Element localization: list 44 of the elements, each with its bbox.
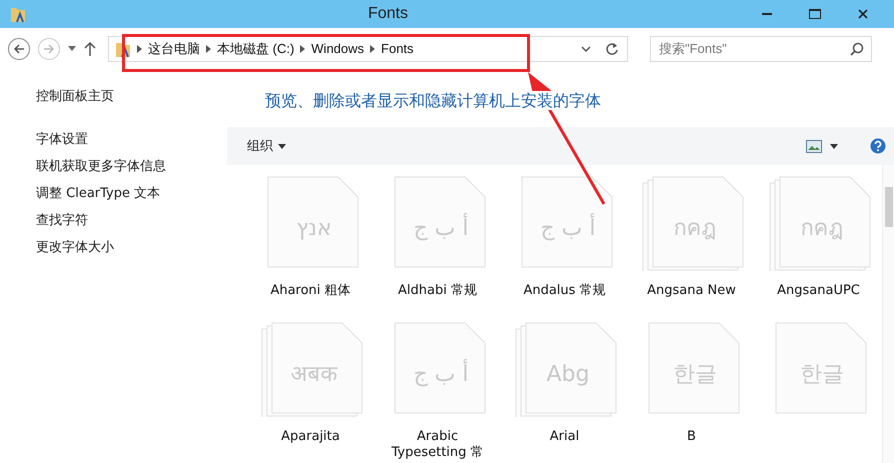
breadcrumb-item[interactable]: Windows (311, 41, 364, 56)
font-name: Aparajita (280, 429, 341, 446)
maximize-icon[interactable] (809, 9, 821, 20)
sidebar-link[interactable]: 控制面板主页 (36, 87, 227, 105)
font-name: Andalus 常规 (522, 283, 607, 300)
font-name: B (686, 429, 697, 446)
breadcrumb-item[interactable]: Fonts (381, 41, 414, 56)
window-title: Fonts (366, 5, 409, 24)
arrow-right-icon (43, 42, 55, 55)
chevron-right-icon (370, 44, 376, 53)
help-icon[interactable] (870, 138, 886, 154)
address-bar[interactable]: 这台电脑 本地磁盘 (C:) Windows Fonts (108, 36, 628, 62)
dropdown-caret-icon[interactable] (581, 46, 591, 52)
refresh-icon[interactable] (605, 42, 619, 56)
font-name: Aharoni 粗体 (269, 283, 352, 300)
sidebar-link[interactable]: 字体设置 (36, 130, 227, 148)
chevron-right-icon (137, 44, 142, 53)
close-icon[interactable] (858, 9, 868, 20)
chevron-right-icon (206, 44, 211, 53)
breadcrumb-item[interactable]: 这台电脑 (148, 40, 200, 58)
up-arrow-icon[interactable] (84, 42, 96, 56)
dropdown-caret-icon[interactable] (830, 144, 838, 148)
minimize-icon[interactable] (762, 13, 772, 16)
sidebar-link[interactable]: 联机获取更多字体信息 (36, 157, 227, 175)
font-name: Aldhabi 常规 (397, 283, 478, 300)
view-icon[interactable] (806, 140, 822, 152)
page-heading: 预览、删除或者显示和隐藏计算机上安装的字体 (265, 91, 601, 110)
folder-icon (10, 5, 26, 24)
sidebar-link[interactable]: 查找字符 (36, 211, 227, 229)
organize-button[interactable]: 组织 (247, 137, 286, 155)
arrow-left-icon (13, 42, 25, 55)
breadcrumb-item[interactable]: 本地磁盘 (C:) (217, 40, 294, 58)
search-field[interactable]: 搜索"Fonts" (650, 36, 872, 62)
back-button[interactable] (8, 38, 30, 60)
dropdown-caret-icon[interactable] (68, 46, 76, 52)
font-name: Arial (548, 429, 580, 446)
caret-icon (278, 144, 286, 148)
scrollbar[interactable] (882, 165, 894, 463)
sidebar-link[interactable]: 调整 ClearType 文本 (36, 184, 227, 202)
font-name: AngsanaUPC (776, 283, 861, 300)
chevron-right-icon (300, 44, 306, 53)
font-name: Arabic Typesetting 常 (390, 429, 485, 462)
font-name: Angsana New (646, 283, 737, 300)
sidebar-link[interactable]: 更改字体大小 (36, 238, 227, 256)
